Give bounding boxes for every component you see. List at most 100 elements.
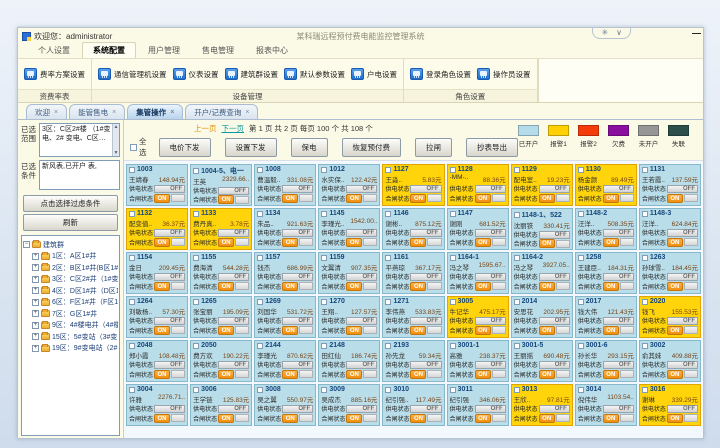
- breaker-on-button[interactable]: ON: [603, 326, 619, 335]
- meter-card-1161[interactable]: 1161平燕琼367.17元供电状态OFF合闸状态ON: [382, 252, 444, 294]
- meter-card-1271[interactable]: 1271李伟燕533.83元供电状态OFF合闸状态ON: [382, 296, 444, 338]
- meter-card-1148-3[interactable]: 1148-3汪洋..624.84元供电状态OFF合闸状态ON: [639, 208, 701, 250]
- breaker-on-button[interactable]: ON: [218, 414, 234, 423]
- tree-root[interactable]: − 建筑群: [23, 240, 118, 250]
- meter-card-3001-6[interactable]: 3001-6孙长华293.15元供电状态OFF合闸状态ON: [575, 340, 637, 382]
- meter-card-1132[interactable]: 1132配变值..36.37元供电状态OFF合闸状态ON: [126, 208, 188, 250]
- breaker-on-button[interactable]: ON: [218, 370, 234, 379]
- card-checkbox[interactable]: [257, 343, 263, 349]
- tree-item-6[interactable]: +9区：4#楼电井（4#楼: [23, 320, 118, 330]
- card-checkbox[interactable]: [385, 167, 391, 173]
- ribbon-button[interactable]: 登录角色设置: [410, 68, 471, 80]
- doc-tab-1[interactable]: 能管售电×: [69, 104, 125, 119]
- card-checkbox[interactable]: [129, 299, 135, 305]
- prev-page-link[interactable]: 上一页: [194, 123, 217, 134]
- card-checkbox[interactable]: [385, 255, 391, 261]
- card-checkbox[interactable]: [257, 387, 263, 393]
- menu-tab-3[interactable]: 售电管理: [192, 43, 244, 58]
- breaker-on-button[interactable]: ON: [282, 370, 298, 379]
- meter-card-1004-5、电一[interactable]: 1004-5、电一王英2329.66..供电状态OFF合闸状态ON: [190, 164, 252, 206]
- breaker-on-button[interactable]: ON: [154, 326, 170, 335]
- breaker-on-button[interactable]: ON: [282, 326, 298, 335]
- toolbar-button-4[interactable]: 拉闸: [415, 138, 452, 157]
- breaker-on-button[interactable]: ON: [603, 370, 619, 379]
- meter-card-1145[interactable]: 1145李瑾光..1542.00..供电状态OFF合闸状态ON: [318, 208, 380, 250]
- card-checkbox[interactable]: [257, 299, 263, 305]
- close-icon[interactable]: ×: [112, 109, 116, 116]
- meter-card-1148-2[interactable]: 1148-2汪洋..508.35元供电状态OFF合闸状态ON: [575, 208, 637, 250]
- meter-card-1008[interactable]: 1008曹温毅..331.08元供电状态OFF合闸状态ON: [254, 164, 316, 206]
- meter-card-2020[interactable]: 2020钱飞155.53元供电状态OFF合闸状态ON: [639, 296, 701, 338]
- filter-condition-button[interactable]: 点击选择过虑条件: [23, 195, 118, 212]
- close-icon[interactable]: ×: [54, 109, 58, 116]
- meter-card-1003[interactable]: 1003王靖春148.94元供电状态OFF合闸状态ON: [126, 164, 188, 206]
- meter-card-1148-1、522[interactable]: 1148-1、522沈丽铁330.41元供电状态OFF合闸状态ON: [511, 208, 573, 250]
- breaker-on-button[interactable]: ON: [475, 326, 491, 335]
- breaker-on-button[interactable]: ON: [603, 238, 619, 247]
- breaker-on-button[interactable]: ON: [667, 326, 683, 335]
- meter-card-3004[interactable]: 3004许雅2276.71..供电状态OFF合闸状态ON: [126, 384, 188, 426]
- breaker-on-button[interactable]: ON: [410, 370, 426, 379]
- breaker-on-button[interactable]: ON: [154, 194, 170, 203]
- style-icon[interactable]: ✳: [601, 28, 608, 37]
- breaker-on-button[interactable]: ON: [346, 326, 362, 335]
- meter-card-1131[interactable]: 1131王若霞..137.59元供电状态OFF合闸状态ON: [639, 164, 701, 206]
- tree-item-8[interactable]: +19区：9#变电站（2#: [23, 343, 118, 353]
- breaker-on-button[interactable]: ON: [410, 282, 426, 291]
- expand-icon[interactable]: +: [32, 310, 39, 317]
- breaker-on-button[interactable]: ON: [475, 414, 491, 423]
- card-checkbox[interactable]: [514, 299, 520, 305]
- meter-card-1155[interactable]: 1155费海清544.28元供电状态OFF合闸状态ON: [190, 252, 252, 294]
- meter-card-1159[interactable]: 1159文翼清907.35元供电状态OFF合闸状态ON: [318, 252, 380, 294]
- breaker-on-button[interactable]: ON: [667, 370, 683, 379]
- breaker-on-button[interactable]: ON: [603, 194, 619, 203]
- breaker-on-button[interactable]: ON: [410, 194, 426, 203]
- breaker-on-button[interactable]: ON: [346, 370, 362, 379]
- card-checkbox[interactable]: [193, 211, 199, 217]
- range-scrollbar[interactable]: ▲ ▼: [112, 124, 119, 156]
- meter-card-1265[interactable]: 1265张宝丽195.09元供电状态OFF合闸状态ON: [190, 296, 252, 338]
- card-checkbox[interactable]: [450, 211, 456, 217]
- breaker-on-button[interactable]: ON: [218, 326, 234, 335]
- tree-item-1[interactable]: +2区：B区1#井(B区1#: [23, 263, 118, 273]
- meter-card-1130[interactable]: 1130杨金颜89.49元供电状态OFF合闸状态ON: [575, 164, 637, 206]
- card-checkbox[interactable]: [450, 387, 456, 393]
- card-checkbox[interactable]: [514, 387, 520, 393]
- meter-card-1164-1[interactable]: 1164-1冯之琴1595.67..供电状态OFF合闸状态ON: [447, 252, 509, 294]
- card-checkbox[interactable]: [385, 299, 391, 305]
- meter-card-1264[interactable]: 1264刘敏杨..57.30元供电状态OFF合闸状态ON: [126, 296, 188, 338]
- chevron-down-icon[interactable]: ∨: [616, 28, 622, 37]
- breaker-on-button[interactable]: ON: [667, 194, 683, 203]
- ribbon-button[interactable]: 建筑群设置: [225, 68, 279, 80]
- ribbon-button[interactable]: 费率方案设置: [24, 68, 85, 80]
- card-checkbox[interactable]: [578, 343, 584, 349]
- doc-tab-2[interactable]: 集管操作×: [127, 104, 183, 119]
- tree-item-2[interactable]: +3区：C区2#井（1#变: [23, 274, 118, 284]
- card-checkbox[interactable]: [193, 255, 199, 261]
- card-checkbox[interactable]: [642, 343, 648, 349]
- breaker-on-button[interactable]: ON: [282, 414, 298, 423]
- tree-item-3[interactable]: +4区：D区1#井（D区1#: [23, 286, 118, 296]
- breaker-on-button[interactable]: ON: [154, 370, 170, 379]
- breaker-on-button[interactable]: ON: [603, 414, 619, 423]
- expand-icon[interactable]: +: [32, 276, 39, 283]
- breaker-on-button[interactable]: ON: [282, 282, 298, 291]
- expand-icon[interactable]: +: [32, 287, 39, 294]
- card-checkbox[interactable]: [193, 387, 199, 393]
- card-checkbox[interactable]: [193, 343, 199, 349]
- breaker-on-button[interactable]: ON: [667, 238, 683, 247]
- card-checkbox[interactable]: [129, 167, 135, 173]
- meter-card-1263[interactable]: 1263孙球雪..184.45元供电状态OFF合闸状态ON: [639, 252, 701, 294]
- expand-icon[interactable]: +: [32, 322, 39, 329]
- scroll-down-icon[interactable]: ▼: [114, 150, 119, 157]
- breaker-on-button[interactable]: ON: [410, 326, 426, 335]
- card-checkbox[interactable]: [321, 299, 327, 305]
- meter-card-1258[interactable]: 1258王建臣..184.31元供电状态OFF合闸状态ON: [575, 252, 637, 294]
- doc-tab-3[interactable]: 开户/记费查询×: [185, 104, 258, 119]
- card-checkbox[interactable]: [578, 167, 584, 173]
- card-checkbox[interactable]: [385, 387, 391, 393]
- toolbar-button-1[interactable]: 设置下发: [225, 138, 277, 157]
- breaker-on-button[interactable]: ON: [410, 238, 426, 247]
- card-checkbox[interactable]: [385, 211, 391, 217]
- meter-card-3008[interactable]: 3008吴之翼550.97元供电状态OFF合闸状态ON: [254, 384, 316, 426]
